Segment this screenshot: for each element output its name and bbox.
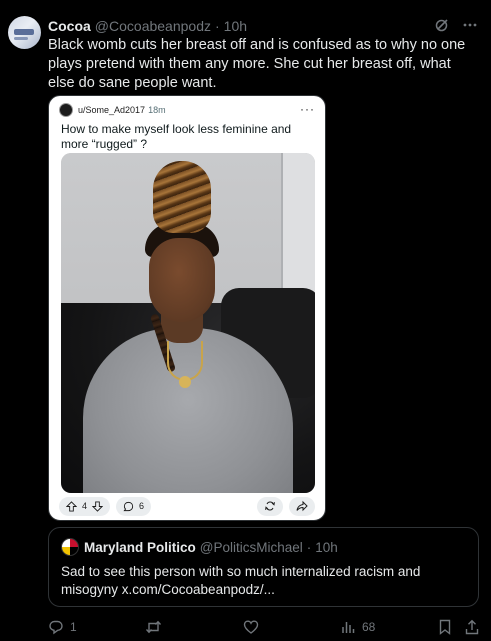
share-icon <box>465 619 479 635</box>
upvote-count: 4 <box>82 501 88 511</box>
reddit-action-bar: 4 6 <box>59 496 315 516</box>
quote-tweet[interactable]: Maryland Politico @PoliticsMichael · 10h… <box>48 527 479 607</box>
reddit-post-header: u/Some_Ad2017 18m ··· <box>59 102 315 118</box>
photo <box>61 153 315 493</box>
like-icon <box>243 619 259 635</box>
retweet-button[interactable] <box>145 617 168 637</box>
quote-timestamp: 10h <box>315 539 338 555</box>
reddit-post-title: How to make myself look less feminine an… <box>61 122 292 151</box>
reddit-username: u/Some_Ad2017 <box>78 105 146 115</box>
reply-count: 1 <box>70 620 77 634</box>
quote-handle: @PoliticsMichael <box>199 539 303 555</box>
reddit-share-pill <box>289 496 315 516</box>
tweet-action-bar: 1 68 <box>48 617 479 637</box>
retweet-icon <box>145 619 162 635</box>
quote-header: Maryland Politico @PoliticsMichael · 10h <box>61 538 338 556</box>
display-name[interactable]: Cocoa <box>48 18 91 34</box>
handle[interactable]: @Cocoabeanpodz <box>95 18 211 34</box>
upvote-icon <box>66 500 77 512</box>
quote-display-name: Maryland Politico <box>84 539 196 555</box>
bookmark-icon <box>438 619 452 635</box>
avatar[interactable] <box>8 16 41 49</box>
reply-icon <box>48 619 64 635</box>
bookmark-button[interactable] <box>438 617 452 637</box>
views-icon <box>340 619 356 635</box>
reddit-crosspost-pill <box>257 496 283 516</box>
views-button[interactable]: 68 <box>340 617 375 637</box>
comment-icon <box>123 501 134 512</box>
quote-avatar <box>61 538 79 556</box>
tweet-header: Cocoa @Cocoabeanpodz · 10h <box>48 16 479 36</box>
like-button[interactable] <box>243 617 265 637</box>
grok-icon[interactable] <box>433 16 451 34</box>
more-icon[interactable] <box>461 16 479 34</box>
separator-dot: · <box>214 18 220 34</box>
downvote-icon <box>92 500 104 512</box>
reddit-time: 18m <box>148 105 166 115</box>
reply-button[interactable]: 1 <box>48 617 77 637</box>
timestamp[interactable]: 10h <box>224 18 247 34</box>
reddit-more-icon: ··· <box>300 102 315 116</box>
comment-count: 6 <box>139 501 145 511</box>
reddit-vote-pill: 4 <box>59 496 111 516</box>
media-image[interactable]: u/Some_Ad2017 18m ··· How to make myself… <box>48 95 326 521</box>
crosspost-icon <box>264 500 276 512</box>
quote-text: Sad to see this person with so much inte… <box>61 564 421 597</box>
reddit-share-icon <box>296 500 308 512</box>
reddit-comment-pill: 6 <box>116 496 152 516</box>
tweet-text: Black womb cuts her breast off and is co… <box>48 37 466 91</box>
views-count: 68 <box>362 620 376 634</box>
share-button[interactable] <box>465 617 479 637</box>
quote-separator-dot: · <box>306 539 312 555</box>
tweet[interactable]: Cocoa @Cocoabeanpodz · 10h Black womb cu… <box>0 0 491 641</box>
reddit-avatar <box>59 103 73 117</box>
